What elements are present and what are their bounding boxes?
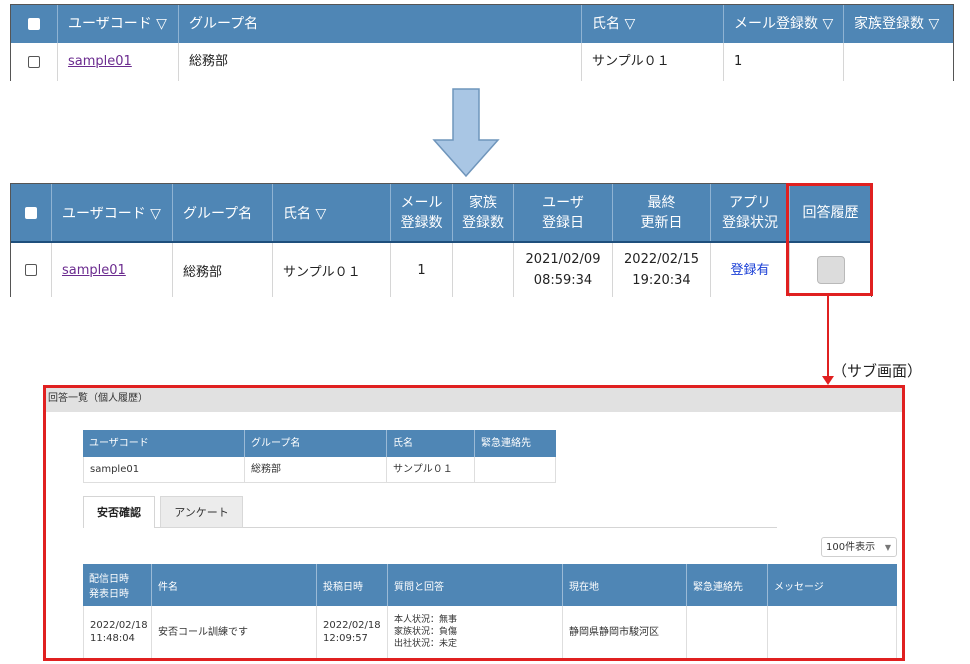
header-family-count-line1: 家族 — [469, 194, 497, 211]
cell-mail-count: 1 — [391, 243, 453, 297]
result-message — [768, 606, 897, 658]
row-select-cell — [11, 43, 58, 81]
result-header-emergency: 緊急連絡先 — [687, 564, 768, 606]
info-header-user-code: ユーザコード — [83, 430, 245, 457]
result-delivery-date: 2022/02/18 — [90, 620, 148, 631]
result-posted-date: 2022/02/18 — [323, 620, 381, 631]
result-header-delivery-line1: 配信日時 — [89, 574, 129, 585]
header-family-count: 家族 登録数 — [453, 184, 514, 241]
header-family-count[interactable]: 家族登録数 ▽ — [844, 5, 953, 43]
select-all-checkbox[interactable] — [25, 206, 37, 219]
user-code-link[interactable]: sample01 — [62, 263, 126, 278]
header-name[interactable]: 氏名 ▽ — [582, 5, 724, 43]
info-header-name: 氏名 — [387, 430, 475, 457]
row-checkbox[interactable] — [28, 56, 40, 68]
result-location: 静岡県静岡市駿河区 — [563, 606, 687, 658]
cell-user-code: sample01 — [52, 243, 173, 297]
header-group: グループ名 — [179, 5, 582, 43]
header-mail-count-line1: メール — [400, 194, 443, 211]
result-posted-time: 12:09:57 — [323, 633, 368, 644]
result-header-delivery-line2: 発表日時 — [89, 589, 129, 600]
table-header: ユーザコード ▽ グループ名 氏名 ▽ メール登録数 ▽ 家族登録数 ▽ — [11, 5, 953, 43]
down-arrow-icon — [432, 88, 500, 178]
tab-survey[interactable]: アンケート — [160, 496, 243, 528]
cell-group: 総務部 — [173, 243, 273, 297]
cell-user-code: sample01 — [58, 43, 179, 81]
result-header-delivery: 配信日時 発表日時 — [83, 564, 152, 606]
header-group: グループ名 — [173, 184, 273, 241]
header-app-status-line2: 登録状況 — [722, 214, 778, 231]
result-qa: 本人状況：無事 家族状況：負傷 出社状況：未定 — [388, 606, 563, 658]
user-table-before: ユーザコード ▽ グループ名 氏名 ▽ メール登録数 ▽ 家族登録数 ▽ sam… — [10, 4, 954, 81]
info-user-code: sample01 — [83, 457, 245, 483]
header-name[interactable]: 氏名 ▽ — [273, 184, 391, 241]
table-row: sample01 総務部 サンプル０１ 1 2021/02/09 08:59:34… — [11, 241, 871, 297]
sub-screen-label: （サブ画面） — [832, 362, 923, 380]
header-last-update: 最終 更新日 — [613, 184, 711, 241]
header-mail-count[interactable]: メール登録数 ▽ — [724, 5, 844, 43]
info-name: サンプル０１ — [387, 457, 475, 483]
cell-user-reg: 2021/02/09 08:59:34 — [514, 243, 613, 297]
header-user-code[interactable]: ユーザコード ▽ — [58, 5, 179, 43]
header-app-status: アプリ 登録状況 — [711, 184, 790, 241]
row-select-cell — [11, 243, 52, 297]
per-page-value: 100件表示 — [826, 542, 876, 553]
result-header-qa: 質問と回答 — [388, 564, 563, 606]
result-qa-line3: 出社状況：未定 — [394, 639, 458, 649]
result-header-subject: 件名 — [152, 564, 317, 606]
user-reg-date: 2021/02/09 — [525, 252, 601, 267]
result-qa-line1: 本人状況：無事 — [394, 615, 458, 625]
result-header-posted: 投稿日時 — [317, 564, 388, 606]
info-header-emergency: 緊急連絡先 — [475, 430, 556, 457]
per-page-select[interactable]: 100件表示 ▼ — [821, 537, 897, 557]
result-qa-line2: 家族状況：負傷 — [394, 627, 458, 637]
header-mail-count-line2: 登録数 — [400, 214, 443, 231]
result-delivery: 2022/02/18 11:48:04 — [83, 606, 152, 658]
last-update-date: 2022/02/15 — [624, 252, 699, 267]
user-reg-time: 08:59:34 — [533, 273, 593, 288]
header-user-reg: ユーザ 登録日 — [514, 184, 613, 241]
row-checkbox[interactable] — [25, 264, 37, 276]
cell-app-status: 登録有 — [711, 243, 790, 297]
last-update-time: 19:20:34 — [632, 273, 691, 288]
user-table-after: ユーザコード ▽ グループ名 氏名 ▽ メール 登録数 家族 登録数 ユーザ 登録日 … — [10, 183, 872, 297]
cell-last-update: 2022/02/15 19:20:34 — [613, 243, 711, 297]
header-user-code[interactable]: ユーザコード ▽ — [52, 184, 173, 241]
select-all-cell — [11, 184, 52, 241]
tab-safety-confirm[interactable]: 安否確認 — [83, 496, 155, 528]
cell-name: サンプル０１ — [582, 43, 724, 81]
info-group: 総務部 — [245, 457, 387, 483]
cell-group: 総務部 — [179, 43, 582, 81]
cell-family-count — [453, 243, 514, 297]
info-emergency — [475, 457, 556, 483]
header-family-count-line2: 登録数 — [462, 214, 504, 231]
header-last-update-line1: 最終 — [647, 194, 676, 211]
cell-name: サンプル０１ — [273, 243, 391, 297]
header-user-reg-line1: ユーザ — [542, 194, 584, 211]
sub-screen: 回答一覧（個人履歴） ユーザコード グループ名 氏名 緊急連絡先 sample0… — [43, 385, 905, 661]
result-subject: 安否コール訓練です — [152, 606, 317, 658]
result-header-location: 現在地 — [563, 564, 687, 606]
app-status-link[interactable]: 登録有 — [730, 260, 769, 281]
cell-family-count — [844, 43, 953, 81]
result-emergency — [687, 606, 768, 658]
header-user-reg-line2: 登録日 — [542, 214, 584, 231]
result-header-message: メッセージ — [768, 564, 897, 606]
sub-screen-title: 回答一覧（個人履歴） — [46, 388, 902, 412]
select-all-cell — [11, 5, 58, 43]
info-header-group: グループ名 — [245, 430, 387, 457]
connector-line — [827, 296, 829, 378]
header-last-update-line2: 更新日 — [640, 214, 683, 231]
answer-history-highlight — [786, 183, 873, 296]
table-header: ユーザコード ▽ グループ名 氏名 ▽ メール 登録数 家族 登録数 ユーザ 登録日 … — [11, 184, 871, 241]
cell-mail-count: 1 — [724, 43, 844, 81]
user-code-link[interactable]: sample01 — [68, 54, 132, 69]
header-app-status-line1: アプリ — [729, 194, 771, 211]
header-mail-count: メール 登録数 — [391, 184, 453, 241]
select-all-checkbox[interactable] — [28, 18, 40, 30]
chevron-down-icon: ▼ — [884, 543, 891, 552]
result-posted: 2022/02/18 12:09:57 — [317, 606, 388, 658]
table-row: sample01 総務部 サンプル０１ 1 — [11, 43, 953, 81]
result-delivery-time: 11:48:04 — [90, 633, 135, 644]
